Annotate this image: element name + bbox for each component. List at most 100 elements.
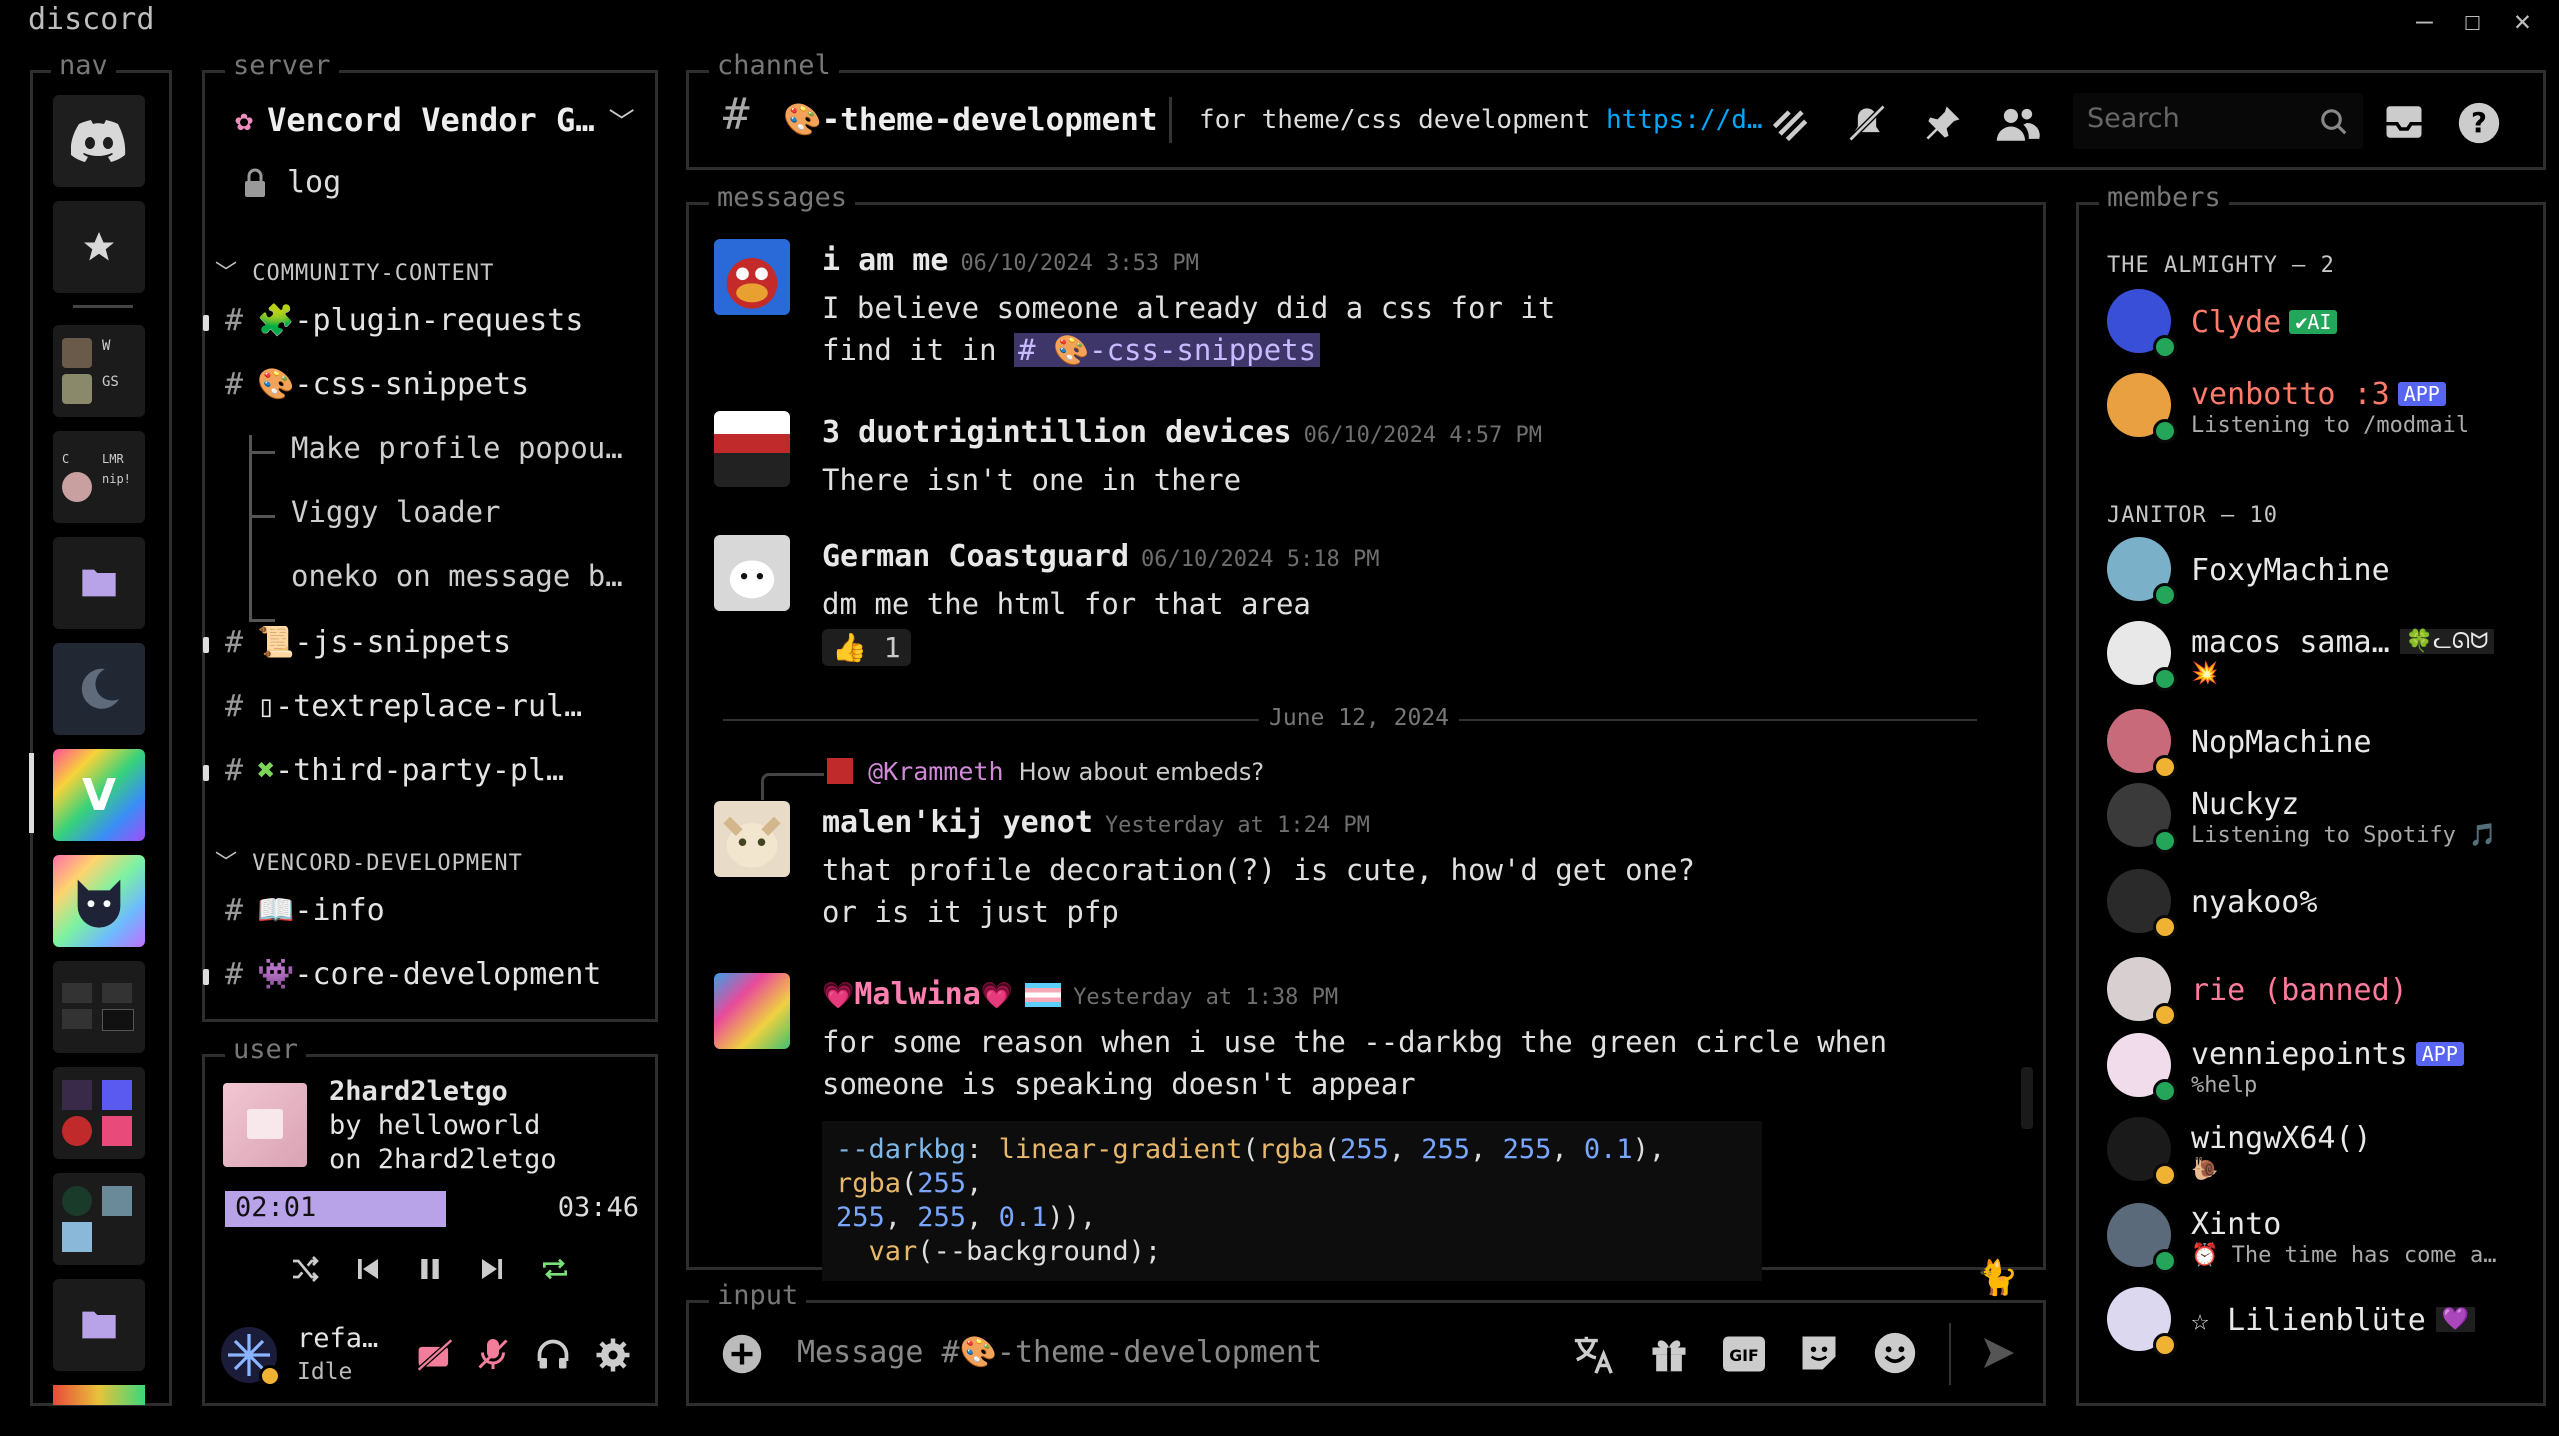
channel-js-snippets[interactable]: # 📜-js-snippets bbox=[225, 625, 511, 660]
member-name: ☆ Lilienblüte 💜 bbox=[2191, 1303, 2476, 1338]
reaction[interactable]: 👍 1 bbox=[822, 629, 911, 666]
category-vencord-development[interactable]: ﹀ VENCORD-DEVELOPMENT bbox=[215, 845, 523, 877]
server-folder-1[interactable]: W GS bbox=[53, 325, 145, 417]
close-button[interactable]: ✕ bbox=[2514, 4, 2531, 37]
player-controls bbox=[289, 1253, 571, 1285]
thread-item[interactable]: Viggy loader bbox=[291, 495, 501, 529]
member-name: FoxyMachine bbox=[2191, 553, 2390, 588]
member-name: venbotto :3 APP bbox=[2191, 377, 2446, 412]
channel-mention[interactable]: # 🎨-css-snippets bbox=[1014, 333, 1321, 367]
minimize-button[interactable]: — bbox=[2416, 4, 2433, 37]
status-indicator-icon bbox=[2153, 1003, 2177, 1027]
repeat-icon[interactable] bbox=[539, 1253, 571, 1285]
topic-link[interactable]: https://d… bbox=[1606, 105, 1763, 135]
server-panel: server ✿ Vencord Vendor G… ﹀ log ﹀ COMMU… bbox=[202, 51, 658, 1022]
unread-indicator bbox=[203, 765, 209, 781]
log-channel[interactable]: log bbox=[243, 165, 341, 200]
thread-item[interactable]: Make profile popou… bbox=[291, 431, 623, 465]
add-attachment-icon[interactable] bbox=[721, 1333, 763, 1375]
channel-textreplace[interactable]: # ▯-textreplace-rul… bbox=[225, 689, 582, 724]
author-name[interactable]: i am me bbox=[822, 243, 948, 278]
gift-icon[interactable] bbox=[1647, 1331, 1691, 1375]
headphones-icon[interactable] bbox=[535, 1337, 571, 1373]
server-folder-3[interactable] bbox=[53, 961, 145, 1053]
status-indicator-icon bbox=[2153, 419, 2177, 443]
server-header[interactable]: ✿ Vencord Vendor G… ﹀ bbox=[235, 101, 635, 139]
author-avatar[interactable] bbox=[714, 535, 790, 611]
channel-info[interactable]: # 📖-info bbox=[225, 893, 385, 928]
gif-icon[interactable]: GIF bbox=[1721, 1333, 1767, 1375]
unread-indicator bbox=[203, 969, 209, 985]
settings-gear-icon[interactable] bbox=[595, 1337, 631, 1373]
channel-css-snippets[interactable]: # 🎨-css-snippets bbox=[225, 367, 529, 402]
folder-icon[interactable] bbox=[53, 537, 145, 629]
channel-label: channel bbox=[709, 51, 839, 81]
member-badge: ✔AI bbox=[2289, 310, 2338, 334]
moon-server-icon[interactable] bbox=[53, 643, 145, 735]
status-indicator-icon bbox=[2153, 915, 2177, 939]
server-name: Vencord Vendor G… bbox=[267, 101, 595, 139]
members-panel: members THE ALMIGHTY — 2 JANITOR — 10 Cl… bbox=[2076, 183, 2546, 1406]
author-avatar[interactable] bbox=[714, 411, 790, 487]
author-avatar[interactable] bbox=[714, 239, 790, 315]
progress-bar[interactable]: 02:01 03:46 bbox=[225, 1191, 639, 1227]
member-tag: 🍀ᓚᘏᗢ bbox=[2399, 629, 2495, 654]
folder-icon-2[interactable] bbox=[53, 1279, 145, 1371]
emoji-icon[interactable] bbox=[1873, 1331, 1917, 1375]
pin-icon[interactable] bbox=[1921, 101, 1965, 145]
next-track-icon[interactable] bbox=[477, 1254, 507, 1284]
members-label: members bbox=[2099, 183, 2229, 213]
author-avatar[interactable] bbox=[714, 801, 790, 877]
author-name[interactable]: Malwina bbox=[854, 977, 980, 1012]
member-badge: APP bbox=[2415, 1042, 2464, 1066]
author-name[interactable]: German Coastguard bbox=[822, 539, 1129, 574]
channel-hash-icon: # bbox=[723, 89, 750, 140]
input-label: input bbox=[709, 1281, 807, 1311]
author-name[interactable]: malen'kij yenot bbox=[822, 805, 1093, 840]
thread-item[interactable]: oneko on message b… bbox=[291, 559, 623, 593]
member-name: NopMachine bbox=[2191, 725, 2372, 760]
reply-avatar bbox=[827, 758, 853, 784]
message-input[interactable]: Message #🎨-theme-development bbox=[797, 1335, 1322, 1370]
chevron-icon: ﹀ bbox=[215, 851, 253, 876]
server-folder-5[interactable] bbox=[53, 1173, 145, 1265]
album-art bbox=[223, 1083, 307, 1167]
threads-icon[interactable] bbox=[1769, 101, 1813, 145]
maximize-button[interactable]: ☐ bbox=[2464, 4, 2481, 37]
sticker-icon[interactable] bbox=[1797, 1331, 1841, 1375]
nav-label: nav bbox=[51, 51, 116, 81]
server-icon-partial[interactable] bbox=[53, 1385, 145, 1405]
favorites-star-icon[interactable] bbox=[53, 201, 145, 293]
shuffle-icon[interactable] bbox=[289, 1253, 321, 1285]
status-indicator-icon bbox=[2153, 1333, 2177, 1357]
vencord-server-icon[interactable]: V bbox=[53, 749, 145, 841]
author-avatar[interactable] bbox=[714, 973, 790, 1049]
category-community-content[interactable]: ﹀ COMMUNITY-CONTENT bbox=[215, 255, 494, 287]
search-input[interactable]: Search bbox=[2073, 93, 2363, 149]
discord-home-icon[interactable] bbox=[53, 95, 145, 187]
user-avatar[interactable] bbox=[221, 1327, 281, 1387]
channel-topic: for theme/css development https://d… bbox=[1199, 105, 1763, 135]
author-name[interactable]: 3 duotrigintillion devices bbox=[822, 415, 1292, 450]
member-list-icon[interactable] bbox=[1995, 101, 2041, 145]
server-folder-4[interactable] bbox=[53, 1067, 145, 1159]
channel-core-development[interactable]: # 👾-core-development bbox=[225, 957, 601, 992]
send-icon[interactable] bbox=[1979, 1333, 2019, 1373]
thread-line bbox=[249, 435, 252, 621]
mic-muted-icon[interactable] bbox=[475, 1335, 511, 1373]
previous-track-icon[interactable] bbox=[353, 1254, 383, 1284]
pause-icon[interactable] bbox=[415, 1254, 445, 1284]
inbox-icon[interactable] bbox=[2383, 101, 2425, 143]
help-icon[interactable]: ? bbox=[2457, 101, 2501, 145]
member-tag: 💜 bbox=[2435, 1307, 2476, 1332]
screen-share-muted-icon[interactable] bbox=[415, 1337, 455, 1373]
channel-plugin-requests[interactable]: # 🧩-plugin-requests bbox=[225, 303, 583, 338]
notification-muted-icon[interactable] bbox=[1845, 101, 1889, 145]
server-folder-2[interactable]: C LMR nip! bbox=[53, 431, 145, 523]
translate-icon[interactable] bbox=[1571, 1331, 1617, 1377]
cat-server-icon[interactable] bbox=[53, 855, 145, 947]
scrollbar-thumb[interactable] bbox=[2021, 1067, 2033, 1129]
reply-preview[interactable]: @Krammeth How about embeds? bbox=[827, 757, 1264, 786]
channel-third-party[interactable]: # ✖-third-party-pl… bbox=[225, 753, 564, 788]
